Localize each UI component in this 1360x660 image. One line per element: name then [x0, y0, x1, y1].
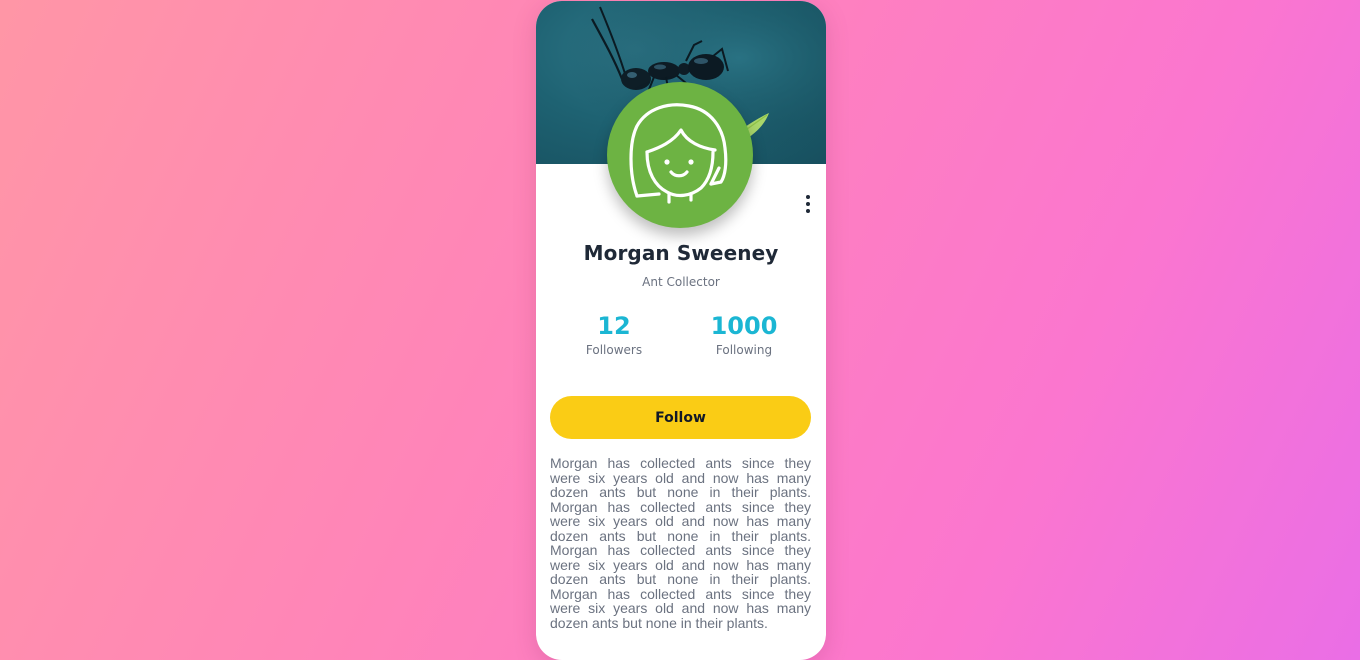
profile-name: Morgan Sweeney [583, 241, 779, 265]
more-options-button[interactable] [798, 191, 818, 217]
girl-face-avatar-icon [629, 103, 728, 204]
followers-stat: 12 Followers [554, 310, 674, 357]
following-label: Following [715, 343, 773, 357]
followers-count: 12 [597, 312, 631, 340]
vertical-ellipsis-icon [806, 195, 810, 199]
avatar [607, 82, 753, 228]
follow-button[interactable]: Follow [550, 396, 811, 439]
following-count: 1000 [710, 312, 778, 340]
profile-bio: Morgan has collected ants since they wer… [550, 455, 811, 631]
profile-card: Morgan Sweeney Ant Collector 12 Follower… [536, 1, 826, 660]
profile-role: Ant Collector [642, 275, 720, 289]
following-stat: 1000 Following [684, 310, 804, 357]
followers-label: Followers [585, 343, 643, 357]
